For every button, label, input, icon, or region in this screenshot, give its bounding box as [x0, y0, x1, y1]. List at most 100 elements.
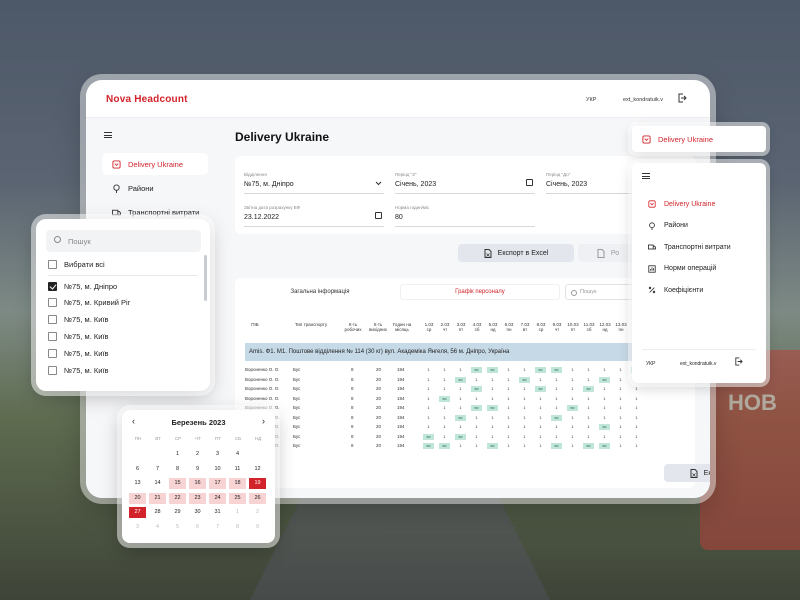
shift-cell[interactable]: 1 [551, 405, 562, 411]
weekend-cell[interactable]: вх [455, 376, 466, 383]
table-row[interactable]: Вороненко О. О.Бус820194вхвх11вх111вх1вх… [235, 442, 695, 451]
dropdown-scrollbar[interactable] [204, 255, 207, 301]
shift-cell[interactable]: 1 [583, 396, 594, 402]
shift-cell[interactable]: 1 [503, 443, 514, 449]
tab-staff-schedule[interactable]: Графік персоналу [400, 284, 560, 300]
weekend-cell[interactable]: вх [599, 376, 610, 383]
shift-cell[interactable]: 1 [423, 386, 434, 392]
shift-cell[interactable]: 1 [631, 386, 642, 392]
shift-cell[interactable]: 1 [551, 377, 562, 383]
shift-cell[interactable]: 1 [615, 396, 626, 402]
table-row[interactable]: Вороненко О. О. Бус 8 20 194 1 1 1 вх вх 1 1 1 1 вх 1 1 1… [235, 404, 695, 413]
shift-cell[interactable]: 1 [615, 377, 626, 383]
calendar-day[interactable]: 12 [249, 464, 266, 475]
shift-cell[interactable]: 1 [535, 405, 546, 411]
shift-cell[interactable]: 1 [615, 443, 626, 449]
menu-item[interactable]: Райони [648, 221, 688, 230]
active-section-pill[interactable]: Delivery Ukraine [632, 126, 766, 152]
calendar-day[interactable]: 19 [249, 478, 266, 489]
table-row[interactable]: Вороненко О. О. Бус 8 20 194 1 1 1 вх 1 1 1 вх 1 1 вх 1 1… [235, 385, 695, 394]
shift-cell[interactable]: 1 [519, 443, 530, 449]
logout-icon[interactable] [734, 357, 743, 366]
checkbox[interactable] [48, 365, 57, 375]
calendar-day[interactable]: 21 [149, 492, 166, 504]
weekend-cell[interactable]: вх [487, 367, 498, 373]
calendar-day[interactable]: 23 [189, 492, 206, 504]
checkbox[interactable] [48, 315, 57, 325]
checkbox[interactable] [48, 259, 57, 269]
shift-cell[interactable]: 1 [535, 424, 546, 430]
shift-cell[interactable]: 1 [439, 386, 450, 392]
shift-cell[interactable]: 1 [599, 386, 610, 392]
shift-cell[interactable]: 1 [455, 424, 466, 430]
shift-cell[interactable]: 1 [455, 443, 466, 449]
table-row[interactable]: Вороненко О. О.Бус82019411вх11111вх11111 [235, 414, 695, 423]
shift-cell[interactable]: 1 [583, 367, 594, 373]
weekend-cell[interactable]: вх [439, 395, 450, 402]
shift-cell[interactable]: 1 [423, 415, 434, 421]
shift-cell[interactable]: 1 [567, 424, 578, 430]
weekend-cell[interactable]: вх [487, 443, 498, 449]
shift-cell[interactable]: 1 [423, 405, 434, 411]
report-date-input[interactable]: 23.12.2022 [244, 214, 279, 221]
weekend-cell[interactable]: вх [423, 433, 434, 440]
shift-cell[interactable]: 1 [519, 367, 530, 373]
export-excel-button[interactable]: Експорт в Excel [458, 244, 574, 262]
shift-cell[interactable]: 1 [583, 377, 594, 383]
shift-cell[interactable]: 1 [519, 386, 530, 392]
next-month-icon[interactable]: › [262, 416, 265, 426]
shift-cell[interactable]: 1 [455, 405, 466, 411]
weekend-cell[interactable]: вх [439, 443, 450, 449]
shift-cell[interactable]: 1 [583, 424, 594, 430]
shift-cell[interactable]: 1 [535, 396, 546, 402]
shift-cell[interactable]: 1 [599, 405, 610, 411]
shift-cell[interactable]: 1 [455, 367, 466, 373]
weekend-cell[interactable]: вх [551, 367, 562, 373]
branch-select[interactable]: №75, м. Дніпро [244, 181, 294, 188]
shift-cell[interactable]: 1 [615, 424, 626, 430]
shift-cell[interactable]: 1 [487, 424, 498, 430]
logout-icon[interactable] [677, 93, 687, 103]
dropdown-item[interactable]: №75, м. Київ [48, 346, 109, 360]
weekend-cell[interactable]: вх [599, 443, 610, 449]
weekend-cell[interactable]: вх [551, 443, 562, 449]
dropdown-search-input[interactable]: Пошук [46, 230, 201, 252]
calendar-day[interactable]: 14 [149, 478, 166, 489]
calendar-day[interactable]: 22 [169, 492, 186, 504]
shift-cell[interactable]: 1 [455, 396, 466, 402]
shift-cell[interactable]: 1 [583, 405, 594, 411]
shift-cell[interactable]: 1 [567, 443, 578, 449]
shift-cell[interactable]: 1 [487, 434, 498, 440]
language-switch[interactable]: УКР [646, 361, 655, 367]
menu-item[interactable]: Транспортні витрати [648, 243, 731, 251]
shift-cell[interactable]: 1 [631, 396, 642, 402]
tab-general-info[interactable]: Загальна інформація [245, 284, 395, 300]
weekend-cell[interactable]: вх [455, 433, 466, 440]
period-from-input[interactable]: Січень, 2023 [395, 181, 436, 188]
calendar-day[interactable]: 6 [189, 522, 206, 533]
shift-cell[interactable]: 1 [599, 396, 610, 402]
menu-item[interactable]: Коефіцієнти [648, 286, 703, 294]
shift-cell[interactable]: 1 [439, 377, 450, 383]
shift-cell[interactable]: 1 [567, 415, 578, 421]
calendar-day[interactable]: 16 [189, 478, 206, 489]
calendar-day[interactable]: 1 [229, 507, 246, 518]
shift-cell[interactable]: 1 [503, 434, 514, 440]
sidebar-item-delivery-ukraine[interactable]: Delivery Ukraine [102, 153, 208, 175]
shift-cell[interactable]: 1 [583, 434, 594, 440]
weekend-cell[interactable]: вх [583, 443, 594, 449]
dropdown-item[interactable]: №75, м. Кривий Ріг [48, 296, 130, 310]
weekend-cell[interactable]: вх [567, 405, 578, 411]
calendar-day[interactable]: 17 [209, 478, 226, 489]
shift-cell[interactable]: 1 [423, 396, 434, 402]
shift-cell[interactable]: 1 [423, 367, 434, 373]
shift-cell[interactable]: 1 [471, 443, 482, 449]
language-switch[interactable]: УКР [586, 97, 596, 103]
shift-cell[interactable]: 1 [615, 386, 626, 392]
menu-item[interactable]: Delivery Ukraine [648, 200, 715, 208]
checkbox[interactable] [48, 298, 57, 308]
weekend-cell[interactable]: вх [455, 414, 466, 421]
weekend-cell[interactable]: вх [519, 376, 530, 383]
calendar-day[interactable]: 3 [129, 522, 146, 533]
shift-cell[interactable]: 1 [535, 434, 546, 440]
